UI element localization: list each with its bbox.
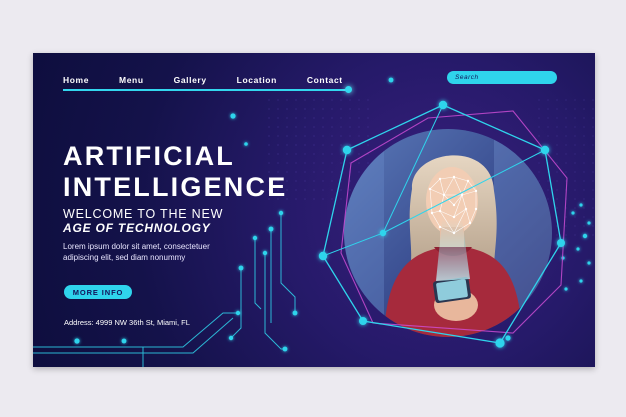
nav-item-location[interactable]: Location: [237, 75, 277, 85]
nav-item-contact[interactable]: Contact: [307, 75, 343, 85]
search-input[interactable]: Search: [447, 71, 557, 84]
hero-body-text: Lorem ipsum dolor sit amet, consectetuer…: [63, 242, 210, 262]
title-line-2: INTELLIGENCE: [63, 172, 288, 202]
hero-photo: [344, 129, 552, 337]
nav-item-menu[interactable]: Menu: [119, 75, 144, 85]
nav-item-home[interactable]: Home: [63, 75, 89, 85]
title-line-1: ARTIFICIAL: [63, 141, 235, 171]
nav-item-gallery[interactable]: Gallery: [174, 75, 207, 85]
landing-page: Home Menu Gallery Location Contact Searc…: [33, 53, 595, 367]
subtitle-line-1: WELCOME TO THE NEW: [63, 207, 224, 221]
main-nav: Home Menu Gallery Location Contact: [63, 75, 373, 85]
search-placeholder: Search: [455, 74, 479, 81]
address-text: Address: 4999 NW 36th St, Miami, FL: [64, 318, 190, 327]
more-info-button[interactable]: MORE INFO: [64, 285, 132, 299]
subtitle-line-2: AGE OF TECHNOLOGY: [63, 221, 211, 235]
woman-with-phone-image: [344, 129, 552, 337]
page-title: ARTIFICIAL INTELLIGENCE: [63, 141, 287, 203]
nav-underline: [63, 89, 349, 91]
nav-underline-dot: [345, 86, 352, 93]
